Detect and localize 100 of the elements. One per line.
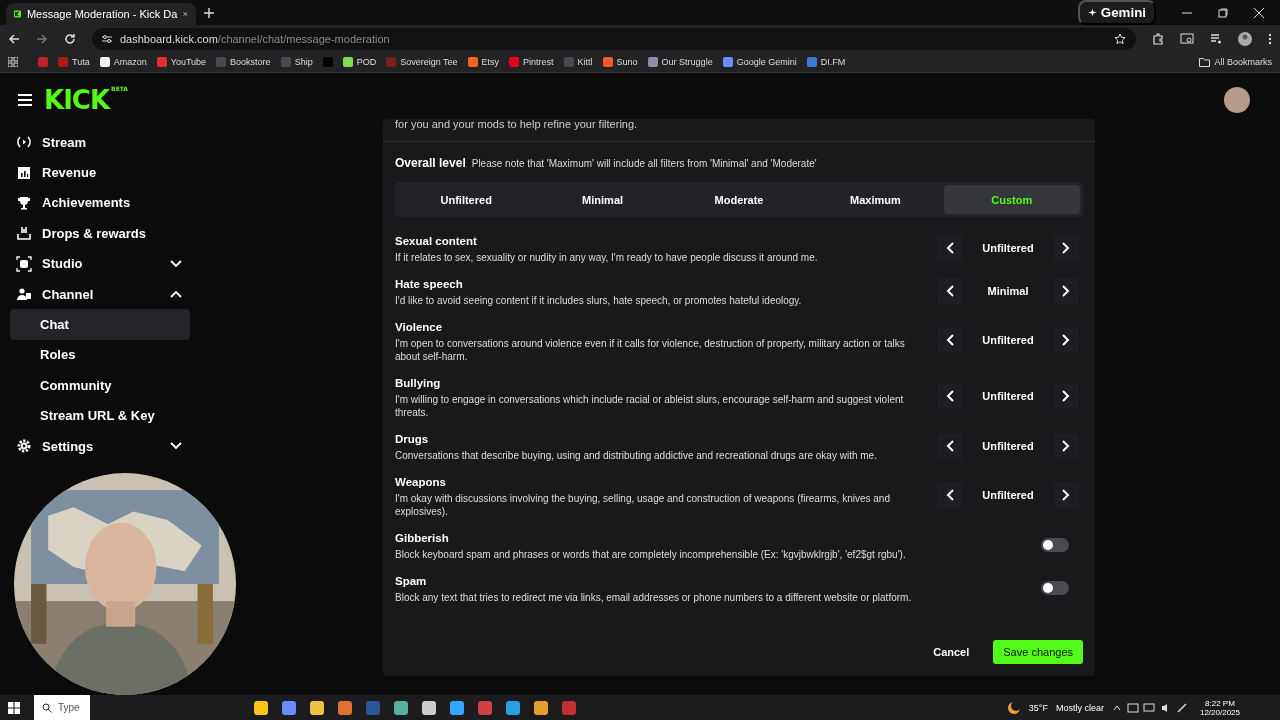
sidebar-item[interactable]: Community	[10, 370, 190, 401]
previous-button[interactable]	[937, 383, 963, 409]
category-title: Spam	[395, 575, 427, 587]
sidebar-item[interactable]: Settings	[10, 430, 190, 462]
media-icon[interactable]	[1210, 32, 1222, 45]
bookmark[interactable]: Sovereign Tee	[386, 57, 458, 67]
windows-start-icon[interactable]	[8, 701, 20, 714]
sidebar-item[interactable]: Achievements	[10, 187, 190, 219]
folder-icon	[1199, 57, 1211, 67]
trophy-icon	[16, 194, 32, 211]
sidebar-item[interactable]: Stream	[10, 127, 190, 158]
bookmark[interactable]: Amazon	[99, 57, 147, 67]
channel-icon	[16, 286, 32, 303]
next-button[interactable]	[1053, 432, 1079, 459]
forward-icon[interactable]	[36, 32, 48, 45]
user-avatar[interactable]	[1224, 87, 1250, 113]
bookmark[interactable]: Suno	[602, 57, 638, 67]
kick-logo[interactable]: KICK$^{BETA}$	[44, 85, 128, 115]
chart-icon	[16, 164, 32, 181]
sidebar-item[interactable]: Drops & rewards	[10, 218, 190, 249]
previous-button[interactable]	[937, 327, 963, 353]
next-button[interactable]	[1053, 277, 1079, 304]
new-tab-icon[interactable]	[204, 7, 214, 18]
bookmark[interactable]: Etsy	[467, 57, 500, 67]
browser-tab[interactable]: Message Moderation - Kick Da	[6, 3, 196, 25]
taskbar-app-icon[interactable]	[422, 700, 436, 715]
sidebar-item[interactable]: Channel	[10, 278, 190, 310]
chevron-icon	[170, 259, 182, 268]
taskbar-app-icon[interactable]	[394, 700, 408, 715]
tune-icon[interactable]	[102, 33, 112, 44]
next-button[interactable]	[1053, 327, 1079, 353]
bookmark[interactable]: DI.FM	[806, 57, 846, 67]
category-description: Block keyboard spam and phrases or words that are completely incomprehensible (Ex: 'kgvjbwklrgjb', 'ef2$gt rgbu').	[395, 548, 907, 561]
taskbar-app-icon[interactable]	[534, 700, 548, 715]
clock-date: 12/20/2025	[1199, 707, 1240, 717]
chevron-icon	[170, 442, 182, 451]
previous-button[interactable]	[937, 482, 963, 508]
taskbar-app-icon[interactable]	[506, 700, 520, 715]
taskbar-app-icon[interactable]	[310, 700, 324, 715]
extensions-icon[interactable]	[1152, 32, 1164, 45]
toggle-switch[interactable]	[1041, 537, 1069, 552]
cancel-button[interactable]: Cancel	[927, 645, 976, 659]
taskbar-search-field[interactable]: Type	[34, 695, 90, 720]
chevron-icon	[170, 290, 182, 299]
bookmark[interactable]: Bookstore	[216, 57, 271, 67]
bookmark[interactable]: Pintrest	[509, 57, 554, 67]
sidebar-item[interactable]: Stream URL & Key	[10, 400, 190, 431]
toggle-switch[interactable]	[1041, 580, 1069, 595]
bookmark[interactable]: POD	[342, 57, 377, 67]
sidebar-item[interactable]: Roles	[10, 339, 190, 371]
chevron-right-icon	[1062, 334, 1070, 346]
bookmark[interactable]: Kittl	[563, 57, 593, 67]
gemini-button[interactable]: Gemini	[1077, 0, 1156, 25]
overall-level-note: Please note that 'Maximum' will include all filters from 'Minimal' and 'Moderate'	[471, 158, 817, 169]
taskbar-app-icon[interactable]	[450, 700, 464, 715]
weather-icon	[1006, 700, 1021, 715]
sidebar-item[interactable]: Revenue	[10, 157, 190, 188]
screen-search-icon[interactable]	[1180, 32, 1194, 45]
address-bar[interactable]: dashboard.kick.com/channel/chat/message-moderation	[92, 27, 1136, 50]
bookmark[interactable]: Ship	[280, 57, 313, 67]
previous-button[interactable]	[937, 277, 963, 304]
bookmark[interactable]: Our Struggle	[647, 57, 713, 67]
profile-avatar-icon[interactable]	[1238, 31, 1252, 46]
all-bookmarks[interactable]: All Bookmarks	[1199, 57, 1272, 67]
previous-button[interactable]	[937, 432, 963, 459]
close-icon[interactable]	[1254, 7, 1264, 18]
apps-icon[interactable]	[8, 57, 18, 67]
back-icon[interactable]	[8, 32, 20, 45]
gear-icon	[16, 438, 32, 455]
level-option[interactable]: Moderate	[670, 185, 808, 214]
category-description: I'm okay with discussions involving the buying, selling, usage and construction of weapons (firearms, knives and explosives).	[395, 492, 891, 518]
bookmark[interactable]: Tuta	[58, 57, 90, 67]
level-option[interactable]: Minimal	[534, 185, 671, 214]
star-icon[interactable]	[1114, 32, 1126, 45]
bookmark[interactable]: YouTube	[156, 57, 207, 67]
sidebar-item[interactable]: Chat	[10, 309, 190, 340]
next-button[interactable]	[1053, 234, 1079, 261]
level-option[interactable]: Unfiltered	[398, 185, 535, 214]
menu-icon[interactable]	[1268, 32, 1272, 45]
restore-icon[interactable]	[1218, 7, 1228, 18]
filter-value: Unfiltered	[981, 489, 1035, 501]
taskbar-app-icon[interactable]	[254, 700, 268, 715]
level-option[interactable]: Custom	[943, 185, 1080, 214]
chevron-right-icon	[1062, 241, 1070, 254]
next-button[interactable]	[1053, 383, 1079, 409]
menu-icon[interactable]	[18, 94, 32, 106]
taskbar-app-icon[interactable]	[338, 700, 352, 715]
sidebar-item[interactable]: Studio	[10, 248, 190, 279]
level-option[interactable]: Maximum	[807, 185, 944, 214]
next-button[interactable]	[1053, 482, 1079, 508]
previous-button[interactable]	[937, 234, 963, 261]
category-title: Violence	[395, 321, 443, 333]
drops-icon	[16, 225, 32, 242]
category-description: I'd like to avoid seeing content if it includes slurs, hate speech, or promotes hateful ideology.	[395, 294, 803, 307]
bookmark[interactable]: Google Gemini	[722, 57, 797, 67]
taskbar-app-icon[interactable]	[282, 700, 296, 715]
reload-icon[interactable]	[64, 32, 76, 45]
chevron-left-icon	[946, 439, 954, 452]
save-button[interactable]: Save changes	[993, 640, 1083, 664]
intro-text: for you and your mods to help refine your filtering.	[395, 119, 638, 129]
